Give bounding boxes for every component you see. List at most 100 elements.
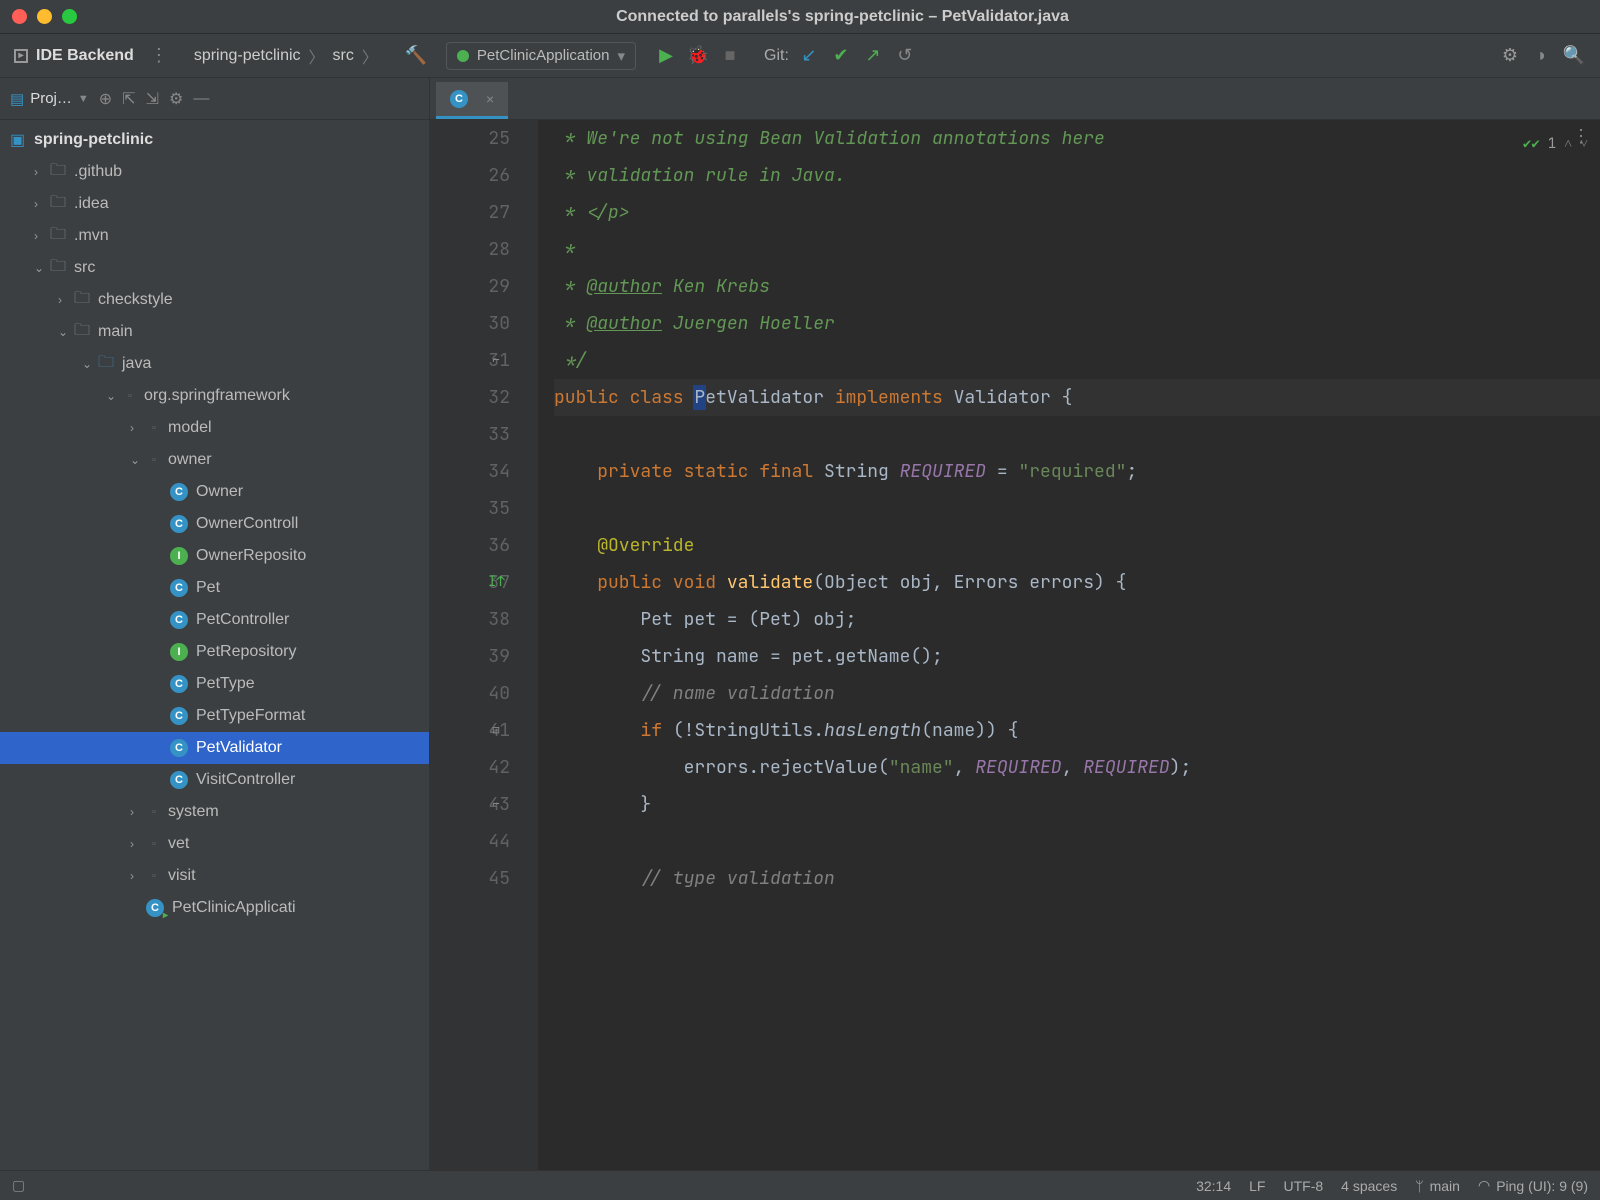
chevron-down-icon: ▼ [78, 93, 89, 105]
editor-code[interactable]: * We're not using Bean Validation annota… [538, 120, 1600, 1170]
ide-backend-button[interactable]: IDE Backend [14, 47, 134, 65]
editor-area: C × ⋮ 25262728293031⌐323334353637I↑38394… [430, 78, 1600, 1170]
project-tool-title[interactable]: ▤ Proj… ▼ [10, 90, 89, 108]
folder-icon: 🗀 [50, 191, 68, 218]
settings-icon[interactable]: ⚙ [1498, 45, 1522, 66]
tree-item-pettype[interactable]: CPetType [0, 668, 429, 700]
inspection-check-icon: ✔✔ [1523, 126, 1540, 163]
tree-item-java[interactable]: ⌄🗀java [0, 348, 429, 380]
tree-item--github[interactable]: ›🗀.github [0, 156, 429, 188]
profiler-icon[interactable]: ◗ [1530, 45, 1554, 66]
chevron-down-icon[interactable]: ˅ [1580, 126, 1588, 163]
branch-icon: ᛘ [1415, 1178, 1423, 1194]
interface-icon: I [170, 643, 188, 661]
git-pull-icon[interactable]: ↙ [797, 45, 821, 66]
stop-icon[interactable]: ■ [718, 45, 742, 66]
tree-item-visit[interactable]: ›▫visit [0, 860, 429, 892]
tree-item-label: checkstyle [98, 291, 173, 309]
tree-item-label: visit [168, 867, 196, 885]
tree-item-owner[interactable]: COwner [0, 476, 429, 508]
project-icon: ▣ [10, 130, 28, 150]
tree-item-owner[interactable]: ⌄▫owner [0, 444, 429, 476]
editor-gutter[interactable]: 25262728293031⌐323334353637I↑38394041⊟42… [430, 120, 538, 1170]
maximize-icon[interactable] [62, 9, 77, 24]
debug-icon[interactable]: 🐞 [686, 45, 710, 66]
inspection-widget[interactable]: ✔✔ 1 ˄ ˅ [1523, 126, 1588, 163]
run-icon[interactable]: ▶ [654, 45, 678, 66]
code-editor[interactable]: 25262728293031⌐323334353637I↑38394041⊟42… [430, 120, 1600, 1170]
ide-backend-label: IDE Backend [36, 47, 134, 65]
tree-item-pettypeformat[interactable]: CPetTypeFormat [0, 700, 429, 732]
tree-item-label: Owner [196, 483, 243, 501]
tree-item-petclinicapplicati[interactable]: C▸PetClinicApplicati [0, 892, 429, 924]
tree-item-ownercontroll[interactable]: COwnerControll [0, 508, 429, 540]
class-icon: C [170, 579, 188, 597]
fold-icon[interactable]: ⊟ [488, 712, 504, 749]
select-opened-icon[interactable]: ⊕ [99, 89, 112, 109]
close-tab-icon[interactable]: × [486, 91, 494, 107]
build-icon[interactable]: 🔨 [404, 45, 428, 66]
git-push-icon[interactable]: ↗ [861, 45, 885, 66]
package-icon: ▫ [146, 804, 162, 820]
tree-item-label: PetValidator [196, 739, 282, 757]
tree-item-org-springframework[interactable]: ⌄▫org.springframework [0, 380, 429, 412]
tree-item-label: PetClinicApplicati [172, 899, 296, 917]
expand-all-icon[interactable]: ⇱ [122, 89, 135, 109]
settings-icon[interactable]: ⚙ [169, 89, 183, 109]
implements-icon[interactable]: I↑ [488, 564, 504, 601]
more-icon[interactable]: ⋮ [142, 45, 174, 66]
tool-window-button[interactable]: ▢ [12, 1177, 25, 1194]
line-separator[interactable]: LF [1249, 1178, 1265, 1194]
project-tool-header: ▤ Proj… ▼ ⊕ ⇱ ⇲ ⚙ — [0, 78, 429, 120]
git-branch[interactable]: ᛘmain [1415, 1178, 1460, 1194]
tree-item-pet[interactable]: CPet [0, 572, 429, 604]
class-icon: C [170, 707, 188, 725]
tree-item-main[interactable]: ⌄🗀main [0, 316, 429, 348]
breadcrumb: spring-petclinic 〉 src 〉 [190, 44, 382, 68]
editor-tab[interactable]: C × [436, 82, 508, 119]
fold-end-icon[interactable]: ⌐ [488, 786, 504, 823]
class-icon: C [170, 771, 188, 789]
git-commit-icon[interactable]: ✔ [829, 45, 853, 66]
tree-item-petcontroller[interactable]: CPetController [0, 604, 429, 636]
close-icon[interactable] [12, 9, 27, 24]
minimize-icon[interactable] [37, 9, 52, 24]
chevron-up-icon[interactable]: ˄ [1564, 126, 1572, 163]
breadcrumb-segment[interactable]: spring-petclinic [190, 47, 305, 65]
fold-end-icon[interactable]: ⌐ [488, 342, 504, 379]
chevron-right-icon: 〉 [358, 44, 382, 68]
tree-item-label: vet [168, 835, 189, 853]
hide-icon[interactable]: — [193, 90, 209, 108]
tree-item-label: PetRepository [196, 643, 297, 661]
editor-tabs: C × [430, 78, 1600, 120]
tree-item-label: org.springframework [144, 387, 290, 405]
tree-item-petvalidator[interactable]: CPetValidator [0, 732, 429, 764]
tree-item-vet[interactable]: ›▫vet [0, 828, 429, 860]
search-icon[interactable]: 🔍 [1562, 45, 1586, 66]
inspection-count: 1 [1548, 126, 1556, 163]
tree-item-ownerreposito[interactable]: IOwnerReposito [0, 540, 429, 572]
tree-root[interactable]: ▣spring-petclinic [0, 124, 429, 156]
file-encoding[interactable]: UTF-8 [1283, 1178, 1323, 1194]
tree-item-label: main [98, 323, 133, 341]
run-config-label: PetClinicApplication [477, 47, 610, 64]
tree-item-model[interactable]: ›▫model [0, 412, 429, 444]
package-icon: ▫ [146, 452, 162, 468]
project-tree[interactable]: ▣spring-petclinic›🗀.github›🗀.idea›🗀.mvn⌄… [0, 120, 429, 1170]
package-icon: ▫ [146, 868, 162, 884]
tree-item-label: OwnerControll [196, 515, 298, 533]
ping-widget[interactable]: ◠Ping (UI): 9 (9) [1478, 1177, 1588, 1194]
caret-position[interactable]: 32:14 [1196, 1178, 1231, 1194]
tree-item-src[interactable]: ⌄🗀src [0, 252, 429, 284]
indent-setting[interactable]: 4 spaces [1341, 1178, 1397, 1194]
tree-item-system[interactable]: ›▫system [0, 796, 429, 828]
tree-item--idea[interactable]: ›🗀.idea [0, 188, 429, 220]
tree-item-visitcontroller[interactable]: CVisitController [0, 764, 429, 796]
tree-item-checkstyle[interactable]: ›🗀checkstyle [0, 284, 429, 316]
tree-item-petrepository[interactable]: I PetRepository [0, 636, 429, 668]
collapse-all-icon[interactable]: ⇲ [146, 89, 159, 109]
breadcrumb-segment[interactable]: src [329, 47, 358, 65]
tree-item--mvn[interactable]: ›🗀.mvn [0, 220, 429, 252]
history-icon[interactable]: ↺ [893, 45, 917, 66]
run-config-selector[interactable]: PetClinicApplication ▾ [446, 42, 636, 70]
